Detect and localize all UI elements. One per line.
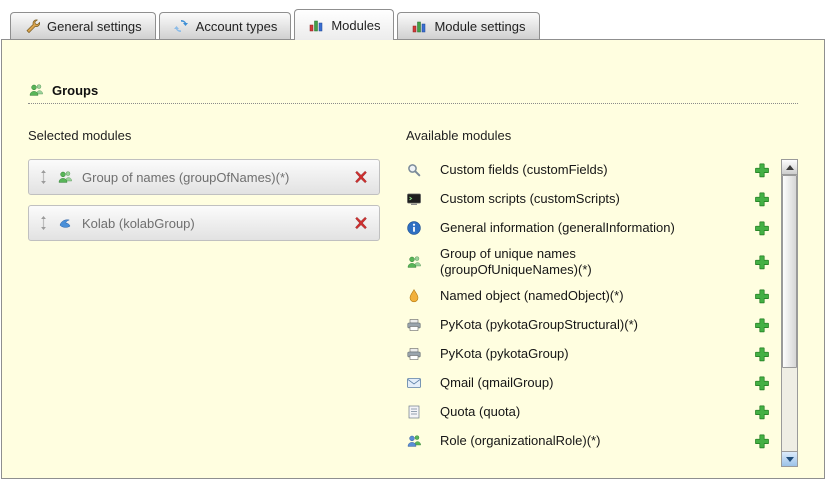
groups-section-header: Groups [28, 82, 798, 104]
add-module-icon[interactable] [754, 375, 770, 391]
available-module-label: Group of unique names (groupOfUniqueName… [440, 246, 690, 277]
selected-module-label: Group of names (groupOfNames)(*) [82, 170, 353, 185]
tab-label: Module settings [434, 19, 525, 34]
available-module-label: Named object (namedObject)(*) [440, 288, 624, 304]
available-modules-list: Custom fields (customFields) Custom scri… [406, 159, 781, 459]
add-module-icon[interactable] [754, 254, 770, 270]
available-module-row: Custom scripts (customScripts) [406, 188, 781, 209]
scrollbar-track[interactable] [782, 175, 797, 451]
tab-module-settings[interactable]: Module settings [397, 12, 539, 39]
add-module-icon[interactable] [754, 346, 770, 362]
custom-scripts-icon [406, 191, 422, 207]
available-module-row: PyKota (pykotaGroupStructural)(*) [406, 314, 781, 335]
available-module-row: Role (organizationalRole)(*) [406, 430, 781, 451]
available-module-label: Role (organizationalRole)(*) [440, 433, 600, 449]
module-columns: Selected modules Group of names (groupOf… [28, 128, 798, 467]
selected-modules-column: Selected modules Group of names (groupOf… [28, 128, 380, 467]
tab-modules[interactable]: Modules [294, 9, 394, 40]
available-modules-wrap: Custom fields (customFields) Custom scri… [406, 159, 798, 467]
scroll-up-arrow-icon [786, 165, 794, 170]
selected-module-row: Group of names (groupOfNames)(*) [28, 159, 380, 195]
available-module-row: Quota (quota) [406, 401, 781, 422]
modules-chart-icon [411, 18, 427, 34]
add-module-icon[interactable] [754, 288, 770, 304]
printer-icon [406, 346, 422, 362]
tab-label: Modules [331, 18, 380, 33]
tab-bar: General settings Account types Modules M… [0, 0, 826, 39]
add-module-icon[interactable] [754, 191, 770, 207]
scrollbar[interactable] [781, 159, 798, 467]
wrench-icon [24, 18, 40, 34]
tab-account-types[interactable]: Account types [159, 12, 292, 39]
available-module-row: Custom fields (customFields) [406, 159, 781, 180]
tab-label: General settings [47, 19, 142, 34]
add-module-icon[interactable] [754, 404, 770, 420]
available-module-row: Named object (namedObject)(*) [406, 285, 781, 306]
scroll-down-arrow-icon [786, 457, 794, 462]
modules-chart-icon [308, 17, 324, 33]
group-icon [406, 254, 422, 270]
available-modules-heading: Available modules [406, 128, 798, 143]
selected-module-row: Kolab (kolabGroup) [28, 205, 380, 241]
tab-label: Account types [196, 19, 278, 34]
available-module-label: Quota (quota) [440, 404, 520, 420]
printer-icon [406, 317, 422, 333]
available-module-label: Qmail (qmailGroup) [440, 375, 553, 391]
available-module-label: PyKota (pykotaGroupStructural)(*) [440, 317, 638, 333]
add-module-icon[interactable] [754, 433, 770, 449]
available-module-row: PyKota (pykotaGroup) [406, 343, 781, 364]
available-module-row: Qmail (qmailGroup) [406, 372, 781, 393]
available-module-label: General information (generalInformation) [440, 220, 675, 236]
mail-icon [406, 375, 422, 391]
modules-tab-panel: Groups Selected modules Group of names (… [1, 39, 825, 479]
remove-module-icon[interactable] [353, 169, 369, 185]
add-module-icon[interactable] [754, 220, 770, 236]
named-object-icon [406, 288, 422, 304]
remove-module-icon[interactable] [353, 215, 369, 231]
tab-general-settings[interactable]: General settings [10, 12, 156, 39]
scrollbar-thumb[interactable] [782, 175, 797, 368]
selected-modules-heading: Selected modules [28, 128, 380, 143]
add-module-icon[interactable] [754, 317, 770, 333]
lam-configuration-page: General settings Account types Modules M… [0, 0, 826, 482]
quota-icon [406, 404, 422, 420]
refresh-gear-icon [173, 18, 189, 34]
scroll-up-button[interactable] [782, 160, 797, 175]
available-module-label: Custom fields (customFields) [440, 162, 608, 178]
role-icon [406, 433, 422, 449]
available-module-label: Custom scripts (customScripts) [440, 191, 620, 207]
available-module-row: General information (generalInformation) [406, 217, 781, 238]
section-title: Groups [52, 83, 98, 98]
group-icon [28, 82, 44, 98]
drag-handle-icon[interactable] [39, 215, 48, 231]
group-icon [57, 169, 73, 185]
add-module-icon[interactable] [754, 162, 770, 178]
available-module-row: Group of unique names (groupOfUniqueName… [406, 246, 781, 277]
drag-handle-icon[interactable] [39, 169, 48, 185]
available-module-label: PyKota (pykotaGroup) [440, 346, 569, 362]
info-icon [406, 220, 422, 236]
selected-modules-list: Group of names (groupOfNames)(*) Kolab (… [28, 159, 380, 241]
scroll-down-button[interactable] [782, 451, 797, 466]
available-modules-column: Available modules Custom fields (customF… [406, 128, 798, 467]
custom-fields-icon [406, 162, 422, 178]
kolab-icon [57, 215, 73, 231]
selected-module-label: Kolab (kolabGroup) [82, 216, 353, 231]
